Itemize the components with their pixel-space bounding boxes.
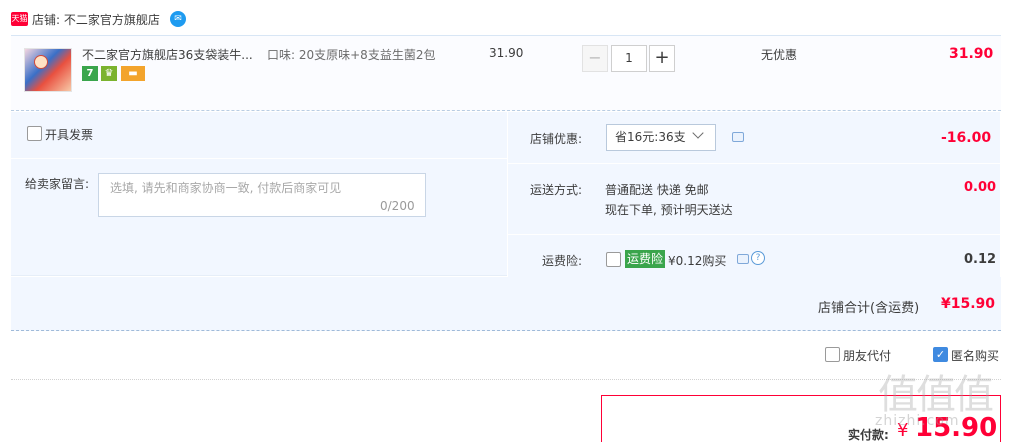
quantity-input[interactable]: 1 <box>611 45 647 72</box>
divider <box>507 112 508 277</box>
chat-seller-icon[interactable]: ✉ <box>170 11 186 27</box>
watermark-url: zhizhi.com <box>875 413 960 429</box>
insurance-tag: 运费险 <box>625 250 666 268</box>
store-coupon-amount: -16.00 <box>941 130 992 146</box>
shipping-method: 普通配送 快递 免邮 <box>605 183 709 197</box>
credit-card-icon[interactable]: ▬ <box>121 66 145 81</box>
shipping-label: 运送方式: <box>530 183 583 197</box>
tmall-logo-icon: 天猫 <box>11 12 28 26</box>
guarantee-icon[interactable]: ♛ <box>101 66 117 81</box>
anonymous-checkbox[interactable]: ✓ <box>933 347 948 362</box>
unit-price: 31.90 <box>489 46 524 60</box>
divider <box>11 379 1001 380</box>
watermark: 值值值 <box>878 372 994 418</box>
help-icon[interactable]: ? <box>751 251 765 265</box>
divider <box>508 234 1000 235</box>
insurance-chat-icon[interactable] <box>737 254 749 264</box>
delivery-estimate: 现在下单, 预计明天送达 <box>605 203 733 217</box>
item-discount: 无优惠 <box>761 48 798 62</box>
message-label: 给卖家留言: <box>25 177 90 191</box>
invoice-label[interactable]: 开具发票 <box>45 126 93 143</box>
product-title-link[interactable]: 不二家官方旗舰店36支袋装牛... <box>82 46 258 63</box>
item-total-price: 31.90 <box>949 46 994 62</box>
message-char-count: 0/200 <box>380 199 415 213</box>
coupon-info-icon[interactable] <box>732 132 744 142</box>
invoice-checkbox[interactable] <box>27 126 42 141</box>
store-subtotal-amount: ¥15.90 <box>941 296 996 312</box>
insurance-checkbox[interactable] <box>606 252 621 267</box>
peko-face-icon <box>34 55 48 69</box>
insurance-label: 运费险: <box>542 254 583 268</box>
message-placeholder: 选填, 请先和商家协商一致, 付款后商家可见 <box>110 181 342 195</box>
divider <box>11 158 508 159</box>
shipping-fee: 0.00 <box>964 180 997 195</box>
store-subtotal-label: 店铺合计(含运费) <box>818 301 920 316</box>
product-thumbnail[interactable] <box>24 48 72 92</box>
quantity-decrease-button[interactable]: − <box>582 45 608 72</box>
seven-day-return-icon[interactable]: 7 <box>82 66 98 81</box>
quantity-increase-button[interactable]: + <box>649 45 675 72</box>
divider <box>508 163 1000 164</box>
product-sku: 口味: 20支原味+8支益生菌2包 <box>267 48 436 62</box>
insurance-amount: 0.12 <box>964 252 997 267</box>
shop-name-link[interactable]: 店铺: 不二家官方旗舰店 <box>32 11 160 28</box>
store-coupon-label: 店铺优惠: <box>530 132 583 146</box>
insurance-price: ¥0.12购买 <box>668 254 727 268</box>
friend-pay-checkbox[interactable] <box>825 347 840 362</box>
